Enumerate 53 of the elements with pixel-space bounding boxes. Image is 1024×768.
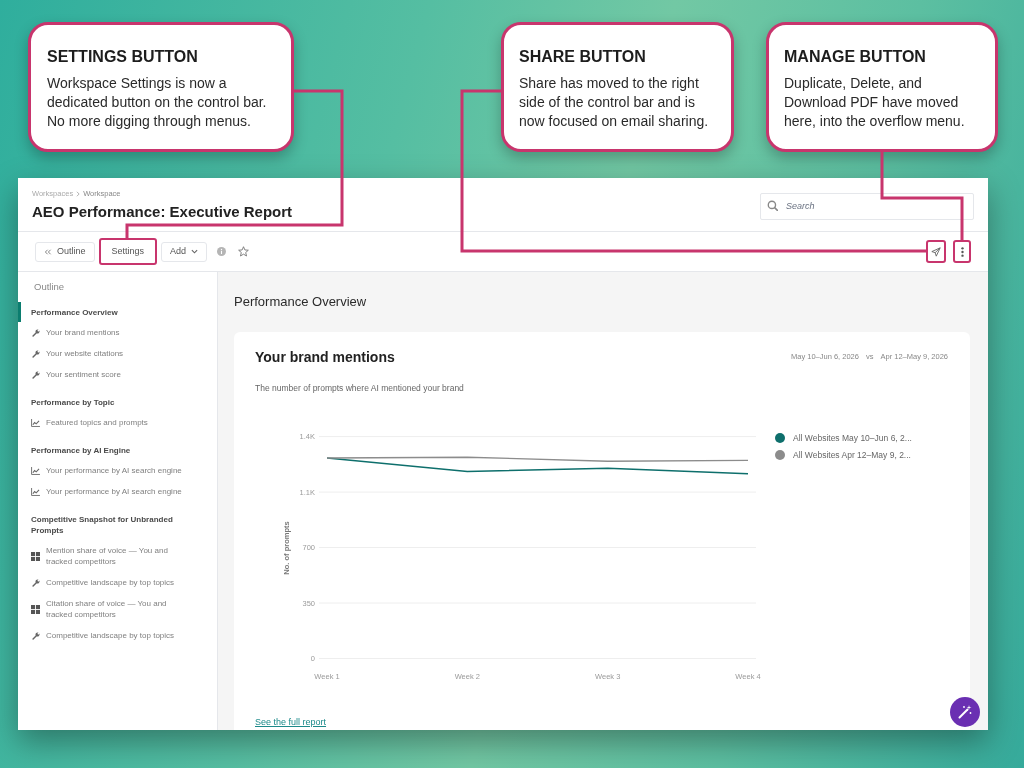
legend-label: All Websites May 10–Jun 6, 2... [793,431,912,445]
section-title: Performance Overview [234,294,368,310]
magic-wand-icon [958,705,972,719]
report-link[interactable]: See the full report [255,716,327,728]
outline-toggle-button[interactable]: Outline [35,241,95,262]
wrench-icon [31,578,40,587]
callout-title: MANAGE BUTTON [784,47,927,67]
outline-item[interactable]: Featured topics and prompts [18,412,217,433]
grid-icon [31,551,40,561]
outline-item[interactable]: Citation share of voice — You and tracked competitors [18,593,217,625]
legend-label: All Websites Apr 12–May 9, 2... [793,448,911,462]
outline-item[interactable]: Competitive landscape by top topics [18,625,217,646]
outline-item[interactable]: Competitive landscape by top topics [18,572,217,593]
outline-item[interactable]: Your sentiment score [18,364,217,385]
wrench-icon [31,328,40,337]
callout-text: Workspace Settings is now a dedicated button on the control bar. No more digging through menus. [47,74,268,131]
outline-item[interactable]: Mention share of voice — You and tracked competitors [18,540,217,572]
more-button[interactable] [953,240,971,263]
callout-title: SETTINGS BUTTON [47,47,199,67]
share-button[interactable] [926,240,946,263]
outline-section[interactable]: Performance by AI Engine [18,440,217,460]
callout-text: Share has moved to the right side of the control bar and is now focused on email sharing. [519,74,710,131]
card-title: Your brand mentions [255,348,395,366]
more-vertical-icon [960,246,964,257]
toolbar-button[interactable]: Settings [98,238,158,265]
outline-item[interactable]: Your brand mentions [18,322,217,343]
line-chart-icon [31,418,40,427]
chevron-down-icon [191,249,199,254]
paper-plane-icon [931,246,941,257]
wrench-icon [31,370,40,379]
wrench-icon [31,631,40,640]
sidebar-heading: Outline [33,281,66,293]
double-chevron-left-icon [44,248,52,255]
search-field[interactable]: Search [760,192,974,220]
chevron-right-icon [76,191,81,197]
line-chart-icon [31,466,40,475]
card-subtitle: The number of prompts where AI mentioned your brand [255,382,465,394]
page-title: AEO Performance: Executive Report [32,202,293,222]
star-icon [237,246,249,257]
line-chart-icon [31,487,40,496]
callout-title: SHARE BUTTON [519,47,647,67]
wrench-icon [31,349,40,358]
info-icon [217,247,227,256]
toolbar-button[interactable]: Add [161,241,208,262]
grid-icon [31,604,40,614]
outline-section[interactable]: Competitive Snapshot for Unbranded Prompts [18,509,217,540]
outline-item[interactable]: Your performance by AI search engine [18,481,217,502]
outline-item[interactable]: Your performance by AI search engine [18,460,217,481]
favorite-button[interactable] [237,245,250,258]
callout-text: Duplicate, Delete, and Download PDF have moved here, into the overflow menu. [784,74,966,131]
search-icon [767,200,778,211]
outline-section[interactable]: Performance by Topic [18,392,217,412]
outline-item[interactable]: Your website citations [18,343,217,364]
